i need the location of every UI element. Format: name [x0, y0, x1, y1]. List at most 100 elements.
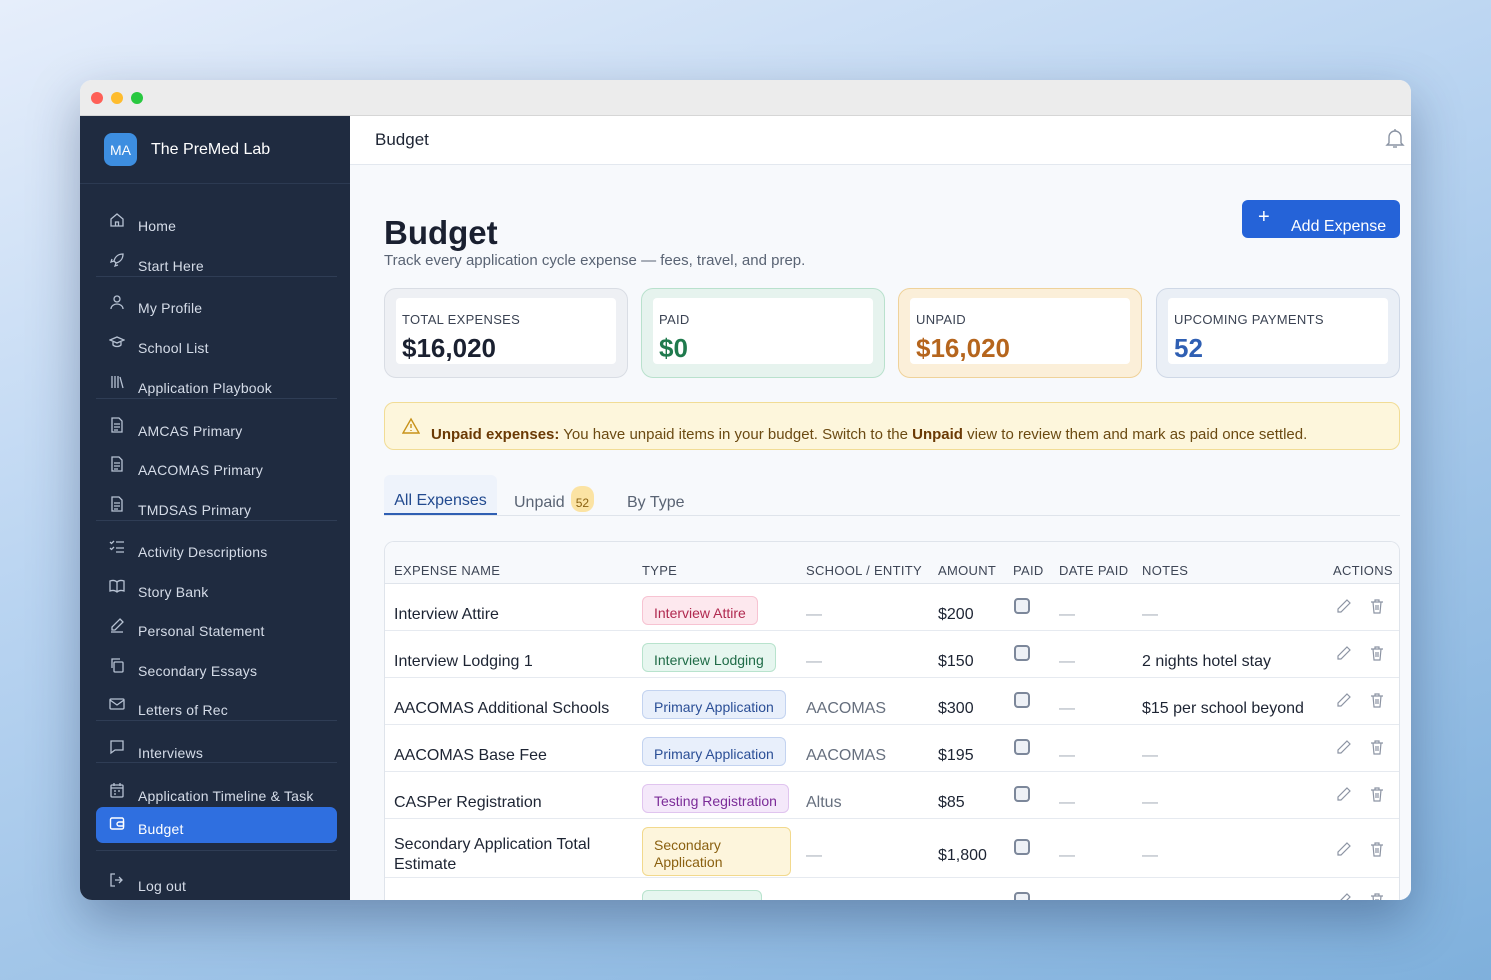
edit-icon[interactable]: [1336, 692, 1352, 708]
stat-label: UNPAID: [916, 312, 966, 327]
paid-checkbox[interactable]: [1014, 598, 1030, 614]
amount: $1,800: [938, 847, 987, 864]
sidebar-item-label: Interviews: [138, 745, 204, 761]
edit-icon[interactable]: [1336, 841, 1352, 857]
column-header[interactable]: EXPENSE NAME: [394, 563, 500, 578]
minimize-window-button[interactable]: [111, 91, 123, 104]
stat-card-upcoming-payments: UPCOMING PAYMENTS 52: [1156, 288, 1400, 378]
warning-icon: [402, 417, 420, 434]
close-window-button[interactable]: [91, 91, 103, 104]
notes: —: [1142, 794, 1158, 811]
paid-checkbox[interactable]: [1014, 892, 1030, 900]
table-row: AACOMAS Base Fee Primary Application AAC…: [385, 725, 1399, 772]
entity: AACOMAS: [806, 747, 887, 764]
unpaid-count-badge: 52: [570, 486, 595, 512]
table-row: AACOMAS Additional Schools Primary Appli…: [385, 678, 1399, 725]
add-expense-button[interactable]: + Add Expense: [1242, 200, 1400, 238]
column-header[interactable]: DATE PAID: [1059, 563, 1128, 578]
sidebar-item-application-playbook[interactable]: Application Playbook: [96, 366, 337, 402]
edit-icon[interactable]: [1336, 786, 1352, 802]
edit-icon[interactable]: [1336, 645, 1352, 661]
home-icon: [110, 213, 124, 227]
trash-icon[interactable]: [1369, 645, 1385, 661]
paid-checkbox[interactable]: [1014, 839, 1030, 855]
tab-all-expenses[interactable]: All Expenses: [384, 475, 497, 515]
page-subtitle: Track every application cycle expense — …: [384, 252, 806, 269]
table-row: Interview Lodging 1 Interview Lodging — …: [385, 631, 1399, 678]
column-header[interactable]: NOTES: [1142, 563, 1188, 578]
sidebar-item-aacomas-primary[interactable]: AACOMAS Primary: [96, 448, 337, 484]
column-header: ACTIONS: [1333, 563, 1393, 578]
tab-unpaid[interactable]: Unpaid 52: [514, 475, 595, 515]
date-paid: —: [1059, 794, 1075, 811]
sidebar-item-home[interactable]: Home: [96, 204, 337, 240]
nav-divider: [96, 398, 337, 399]
expense-name: Secondary Application Total Estimate: [394, 836, 591, 873]
date-paid: —: [1059, 653, 1075, 670]
sidebar-item-my-profile[interactable]: My Profile: [96, 286, 337, 322]
alert-message: Unpaid expenses: You have unpaid items i…: [431, 426, 1308, 443]
edit-icon[interactable]: [1336, 598, 1352, 614]
expense-name: Interview Lodging 1: [394, 653, 533, 670]
topbar: Budget: [350, 116, 1411, 165]
sidebar-item-amcas-primary[interactable]: AMCAS Primary: [96, 409, 337, 445]
trash-icon[interactable]: [1369, 892, 1385, 900]
notes: —: [1142, 847, 1158, 864]
avatar[interactable]: MA: [104, 133, 137, 166]
sidebar-item-story-bank[interactable]: Story Bank: [96, 570, 337, 606]
amount: $300: [938, 700, 974, 717]
sidebar-item-label: Home: [138, 218, 177, 234]
paid-checkbox[interactable]: [1014, 786, 1030, 802]
nav-divider: [96, 850, 337, 851]
logout-button[interactable]: Log out: [96, 864, 337, 900]
library-icon: [111, 376, 124, 389]
entity: —: [806, 653, 822, 670]
trash-icon[interactable]: [1369, 598, 1385, 614]
expense-name: CASPer Registration: [394, 794, 542, 811]
sidebar-item-application-timeline[interactable]: Application Timeline & Task: [96, 774, 337, 810]
sidebar-item-personal-statement[interactable]: Personal Statement: [96, 609, 337, 645]
sidebar-item-letters-of-rec[interactable]: Letters of Rec: [96, 688, 337, 724]
stat-label: UPCOMING PAYMENTS: [1174, 312, 1324, 327]
expense-tabs: All Expenses Unpaid 52 By Type: [384, 475, 1400, 516]
trash-icon[interactable]: [1369, 692, 1385, 708]
stat-value: $16,020: [402, 333, 496, 363]
amount: $150: [938, 653, 974, 670]
main-content: Budget Budget Track every application cy…: [350, 116, 1411, 900]
pen-icon: [111, 618, 124, 633]
sidebar-item-secondary-essays[interactable]: Secondary Essays: [96, 649, 337, 685]
paid-checkbox[interactable]: [1014, 692, 1030, 708]
wallet-icon: [109, 817, 125, 830]
edit-icon[interactable]: [1336, 739, 1352, 755]
trash-icon[interactable]: [1369, 841, 1385, 857]
stat-card-paid: PAID $0: [641, 288, 885, 378]
sidebar-item-tmdsas-primary[interactable]: TMDSAS Primary: [96, 488, 337, 524]
column-header[interactable]: TYPE: [642, 563, 677, 578]
sidebar-item-school-list[interactable]: School List: [96, 326, 337, 362]
edit-icon[interactable]: [1336, 892, 1352, 900]
column-header[interactable]: SCHOOL / ENTITY: [806, 563, 922, 578]
trash-icon[interactable]: [1369, 786, 1385, 802]
page-title: Budget: [384, 214, 498, 251]
brand: MA The PreMed Lab: [80, 116, 350, 184]
tab-by-type[interactable]: By Type: [627, 475, 685, 515]
trash-icon[interactable]: [1369, 739, 1385, 755]
sidebar-item-label: Start Here: [138, 258, 204, 274]
sidebar-item-start-here[interactable]: Start Here: [96, 244, 337, 280]
bell-icon[interactable]: [1383, 126, 1407, 150]
sidebar: MA The PreMed Lab Home Start Here My Pro…: [80, 116, 350, 900]
type-badge: Testing Registration: [642, 784, 789, 813]
sidebar-item-budget[interactable]: Budget: [96, 807, 337, 843]
app-window: MA The PreMed Lab Home Start Here My Pro…: [80, 80, 1411, 900]
nav-divider: [96, 720, 337, 721]
sidebar-item-label: Story Bank: [138, 584, 209, 600]
paid-checkbox[interactable]: [1014, 739, 1030, 755]
maximize-window-button[interactable]: [131, 91, 143, 104]
date-paid: —: [1059, 747, 1075, 764]
notes: —: [1142, 747, 1158, 764]
column-header[interactable]: PAID: [1013, 563, 1044, 578]
table-header: EXPENSE NAME TYPE SCHOOL / ENTITY AMOUNT…: [385, 542, 1399, 584]
column-header[interactable]: AMOUNT: [938, 563, 996, 578]
paid-checkbox[interactable]: [1014, 645, 1030, 661]
sidebar-item-activity-descriptions[interactable]: Activity Descriptions: [96, 530, 337, 566]
